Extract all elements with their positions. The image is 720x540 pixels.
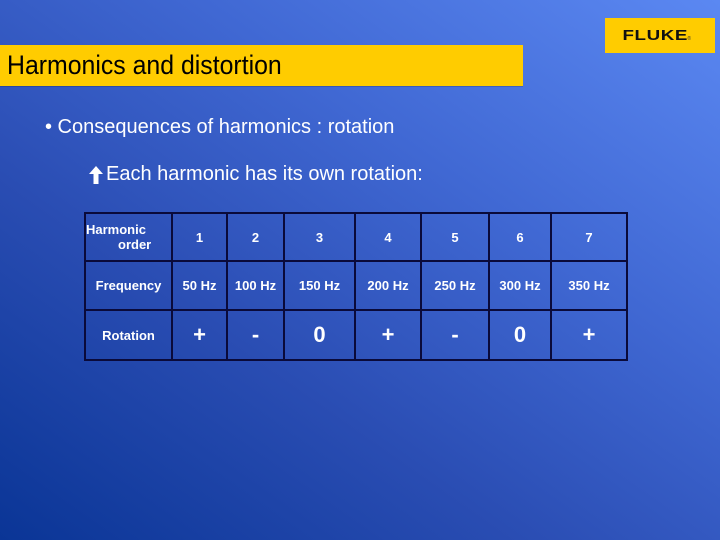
frequency-cell: 350 Hz <box>550 260 628 311</box>
table-row-rotation: Rotation + - 0 + - 0 + <box>84 309 628 361</box>
table-row-order: Harmonic order 1 2 3 4 5 6 7 <box>84 212 628 262</box>
fluke-logo: FLUKE ® <box>605 18 715 53</box>
rotation-cell: 0 <box>283 309 356 361</box>
order-label-line2: order <box>118 237 152 252</box>
order-label-line1: Harmonic <box>86 222 146 237</box>
table-row-frequency: Frequency 50 Hz 100 Hz 150 Hz 200 Hz 250… <box>84 260 628 311</box>
frequency-cell: 250 Hz <box>420 260 490 311</box>
bullet-consequences: • Consequences of harmonics : rotation <box>45 116 395 138</box>
frequency-cell: 200 Hz <box>354 260 422 311</box>
order-cell: 5 <box>420 212 490 262</box>
title-bar: Harmonics and distortion <box>0 45 523 86</box>
sub-bullet-text: Each harmonic has its own rotation: <box>106 163 423 185</box>
frequency-cell: 50 Hz <box>171 260 228 311</box>
frequency-cell: 300 Hz <box>488 260 552 311</box>
frequency-cell: 100 Hz <box>226 260 285 311</box>
rotation-cell: + <box>550 309 628 361</box>
order-cell: 7 <box>550 212 628 262</box>
rotation-cell: - <box>420 309 490 361</box>
frequency-cell: 150 Hz <box>283 260 356 311</box>
order-cell: 4 <box>354 212 422 262</box>
harmonics-table: Harmonic order 1 2 3 4 5 6 7 Frequency 5… <box>84 212 628 361</box>
order-cell: 1 <box>171 212 228 262</box>
up-arrow-icon <box>89 165 103 184</box>
rotation-cell: + <box>171 309 228 361</box>
rotation-cell: 0 <box>488 309 552 361</box>
logo-text: FLUKE <box>622 27 688 44</box>
sub-bullet-rotation: Each harmonic has its own rotation: <box>88 163 423 186</box>
page-title: Harmonics and distortion <box>7 50 282 80</box>
order-cell: 3 <box>283 212 356 262</box>
row-label-frequency: Frequency <box>84 260 173 311</box>
rotation-cell: - <box>226 309 285 361</box>
rotation-cell: + <box>354 309 422 361</box>
order-cell: 6 <box>488 212 552 262</box>
row-label-order: Harmonic order <box>84 212 173 262</box>
row-label-rotation: Rotation <box>84 309 173 361</box>
order-cell: 2 <box>226 212 285 262</box>
